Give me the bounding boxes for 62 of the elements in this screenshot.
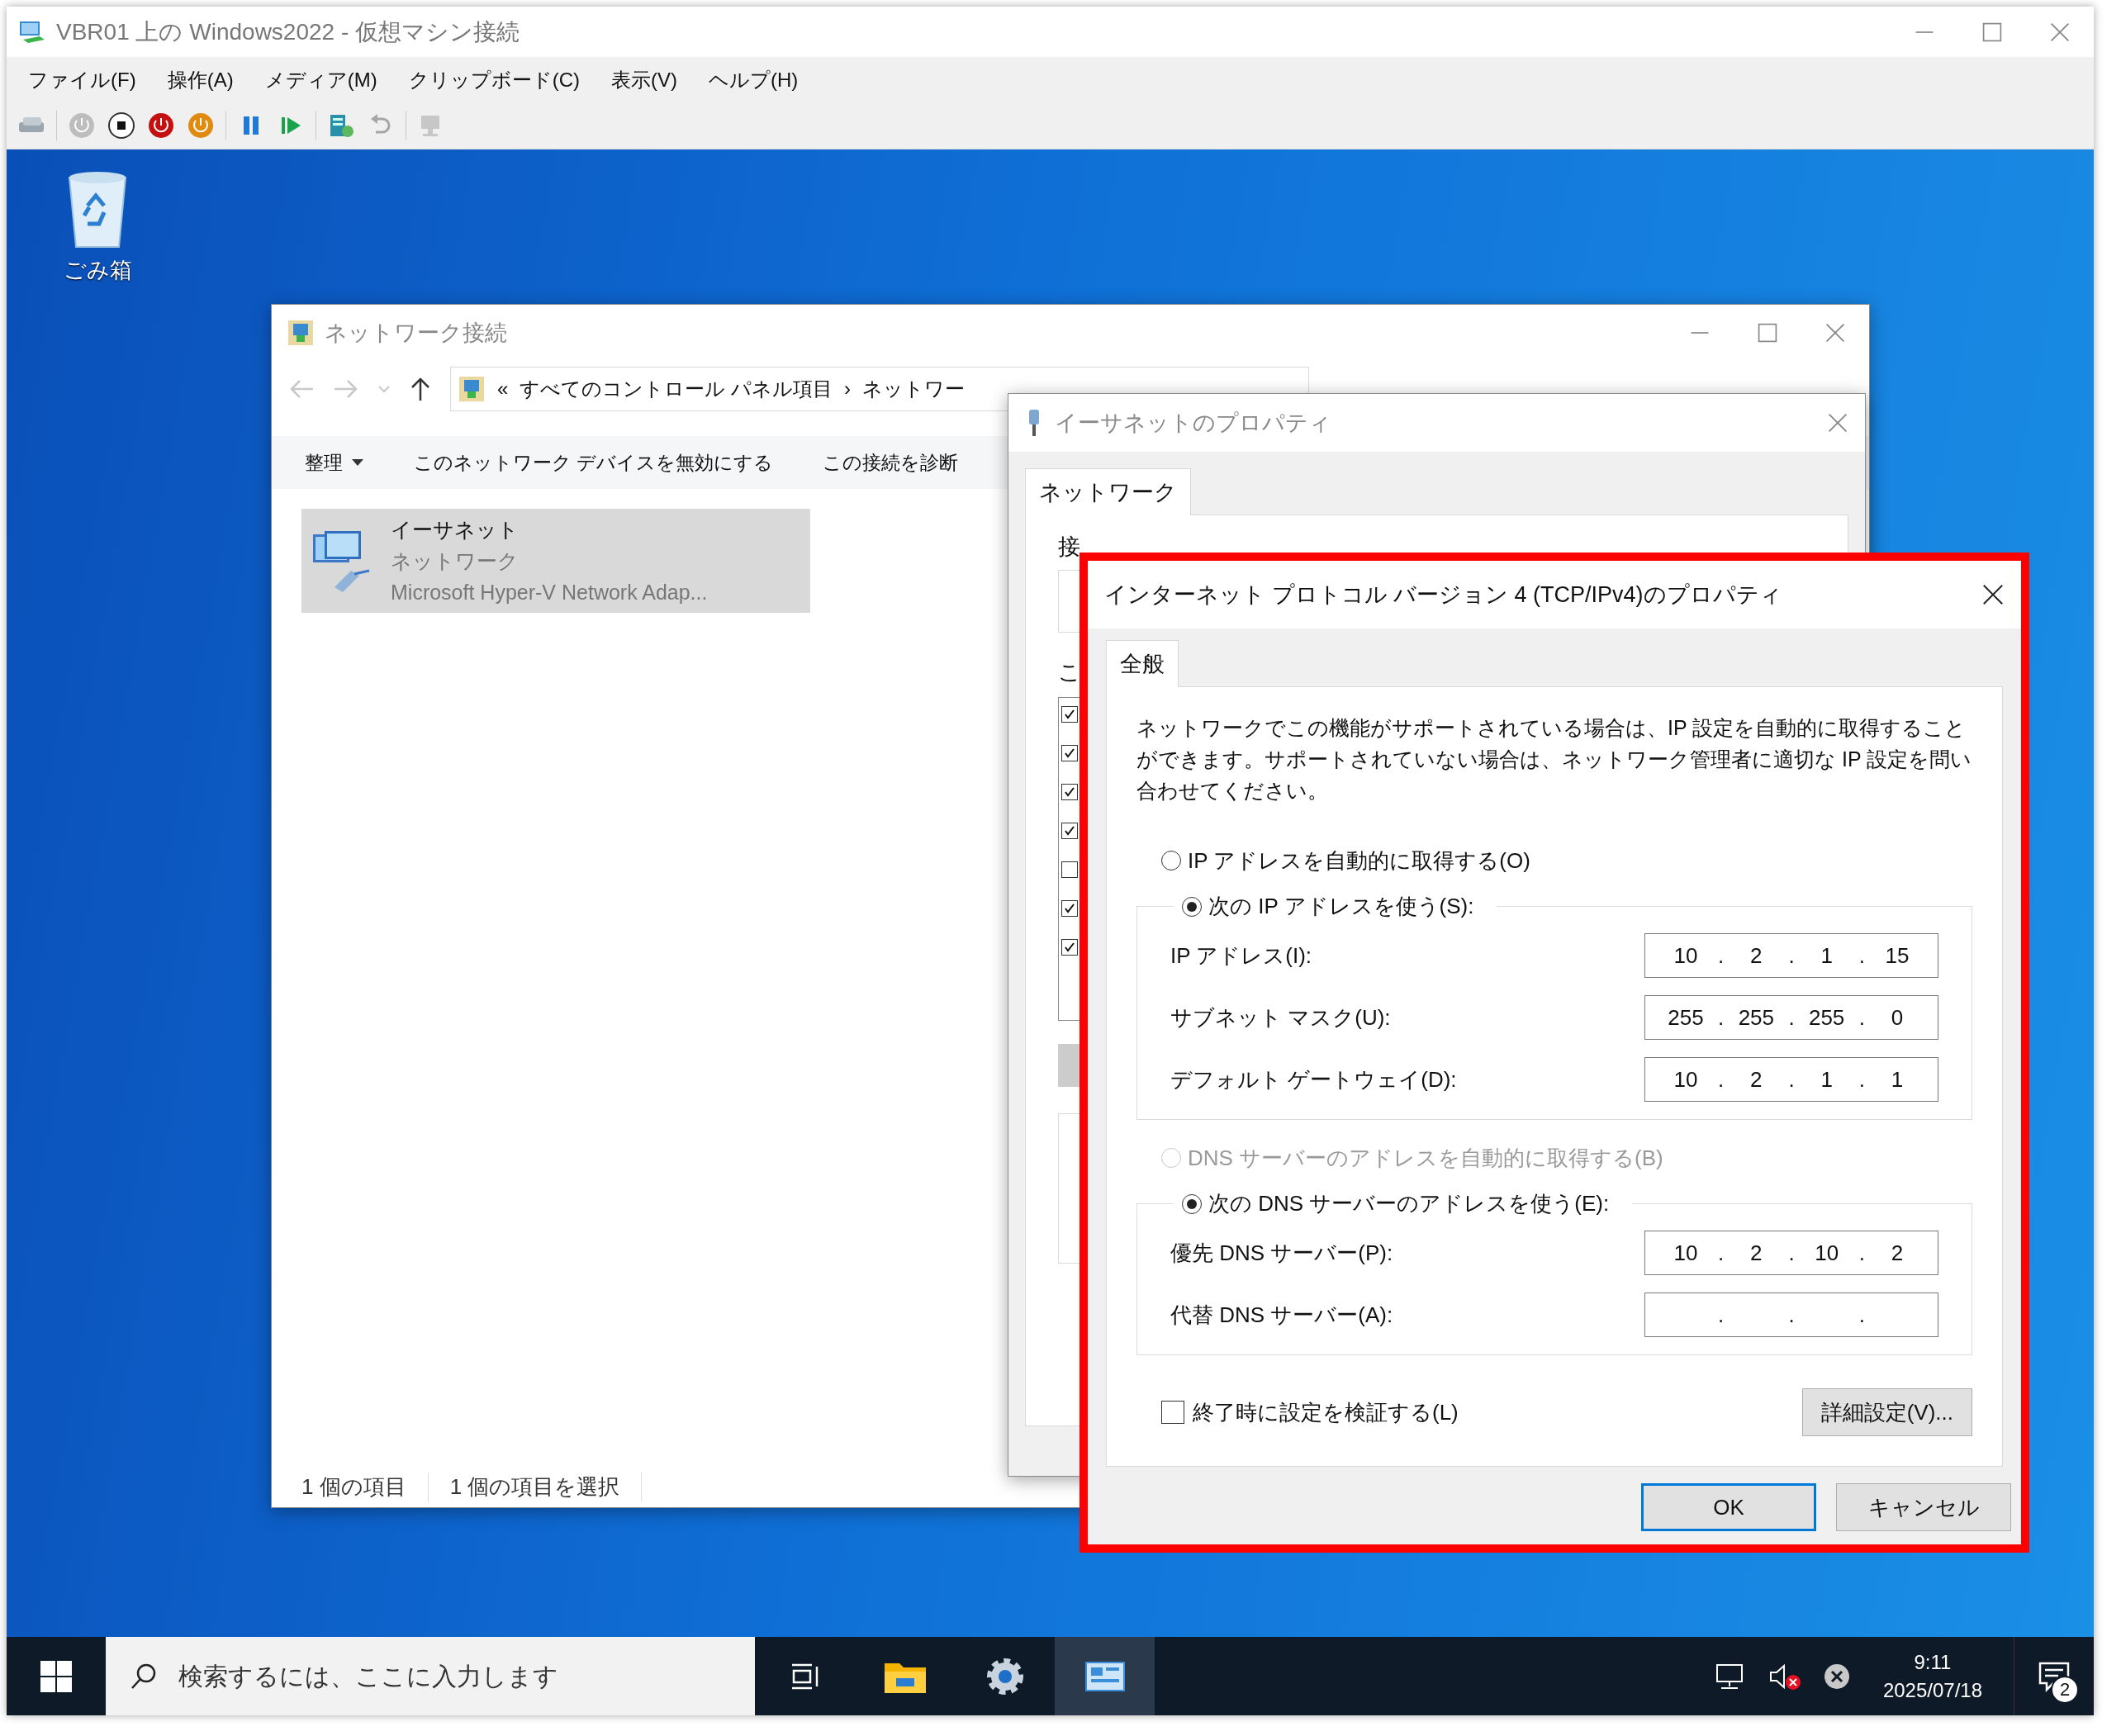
command-button[interactable]: 整理 (305, 449, 364, 476)
menu-item[interactable]: 表示(V) (610, 66, 677, 93)
field-label: 代替 DNS サーバー(A): (1170, 1301, 1394, 1329)
network-folder-icon (458, 375, 486, 403)
notification-button[interactable]: 2 (2014, 1637, 2094, 1715)
ip-address-field[interactable]: 10 . 2 . 1 . 15 (1644, 933, 1938, 978)
search-box[interactable]: 検索するには、ここに入力します (106, 1637, 755, 1715)
checkbox[interactable] (1061, 784, 1078, 800)
dialog-title: インターネット プロトコル バージョン 4 (TCP/IPv4)のプロパティ (1104, 581, 1782, 609)
caret-icon (351, 458, 364, 467)
field-label: IP アドレス(I): (1170, 942, 1313, 970)
field-label: 接 (1058, 534, 1080, 561)
menu-item[interactable]: ファイル(F) (28, 66, 136, 93)
network-folder-icon (287, 318, 315, 347)
checkbox[interactable] (1061, 900, 1078, 917)
command-button[interactable]: この接続を診断 (823, 449, 959, 476)
status-text: 1 個の項目を選択 (449, 1472, 643, 1501)
tab[interactable]: ネットワーク (1025, 468, 1191, 515)
field-label: こ (1058, 659, 1080, 686)
window-title: ネットワーク接続 (325, 319, 507, 347)
close-icon[interactable] (1981, 583, 2005, 606)
checkbox[interactable]: 終了時に設定を検証する(L) (1161, 1397, 1459, 1427)
taskbar-app[interactable] (1055, 1637, 1155, 1715)
window-title: イーサネットのプロパティ (1055, 410, 1331, 437)
menu-item[interactable]: クリップボード(C) (408, 66, 580, 93)
command-button[interactable]: このネットワーク デバイスを無効にする (414, 449, 774, 476)
connection-item[interactable]: イーサネット ネットワーク Microsoft Hyper-V Network Adap... (301, 509, 810, 613)
dialog-button[interactable]: キャンセル (1836, 1483, 2011, 1531)
ip-address-field[interactable]: 10 . 2 . 1 . 1 (1644, 1057, 1938, 1102)
radio-button[interactable]: 次の DNS サーバーのアドレスを使う(E): (1182, 1189, 1610, 1218)
checkbox[interactable] (1061, 745, 1078, 761)
clock[interactable]: 9:11 2025/07/18 (1871, 1648, 1994, 1705)
dialog-button[interactable]: OK (1641, 1483, 1816, 1531)
computer-icon (18, 19, 46, 45)
ip-address-field[interactable]: . . . (1644, 1293, 1938, 1337)
tab[interactable]: 全般 (1106, 640, 1179, 687)
checkbox[interactable] (1061, 939, 1078, 956)
field-label: 優先 DNS サーバー(P): (1170, 1239, 1394, 1267)
field-label: デフォルト ゲートウェイ(D): (1170, 1065, 1458, 1093)
checkbox[interactable] (1061, 706, 1078, 723)
stop-icon[interactable] (107, 111, 136, 140)
checkbox[interactable] (1061, 823, 1078, 839)
maximize-icon[interactable] (1757, 321, 1778, 344)
power-icon[interactable] (146, 111, 176, 140)
ip-address-field[interactable]: 255 . 255 . 255 . 0 (1644, 995, 1938, 1040)
advanced-button[interactable]: 詳細設定(V)... (1801, 1388, 1972, 1436)
search-field[interactable]: 検索するには、ここに入力します (177, 1661, 742, 1691)
checkbox[interactable] (1061, 861, 1078, 878)
radio-button[interactable]: 次の IP アドレスを使う(S): (1182, 892, 1474, 921)
field-label: サブネット マスク(U): (1170, 1003, 1392, 1032)
desktop-icon-label[interactable]: ごみ箱 (63, 255, 132, 285)
menu-item[interactable]: ヘルプ(H) (708, 66, 799, 93)
description-text: ネットワークでこの機能がサポートされている場合は、IP 設定を自動的に取得することができます。サポートされていない場合は、ネットワーク管理者に適切な IP 設定を問い合わせてください。 (1136, 715, 1972, 804)
ip-address-field[interactable]: 10 . 2 . 10 . 2 (1644, 1231, 1938, 1275)
radio-button[interactable]: IP アドレスを自動的に取得する(O) (1161, 846, 1530, 875)
window-title: VBR01 上の Windows2022 - 仮想マシン接続 (56, 17, 520, 46)
menu-item[interactable]: 操作(A) (167, 66, 234, 93)
status-text: 1 個の項目 (301, 1472, 429, 1501)
power-icon[interactable] (186, 111, 216, 140)
menu-item[interactable]: メディア(M) (264, 66, 377, 93)
maximize-icon[interactable] (1981, 21, 2003, 43)
windows-logo-icon[interactable] (40, 1660, 72, 1692)
